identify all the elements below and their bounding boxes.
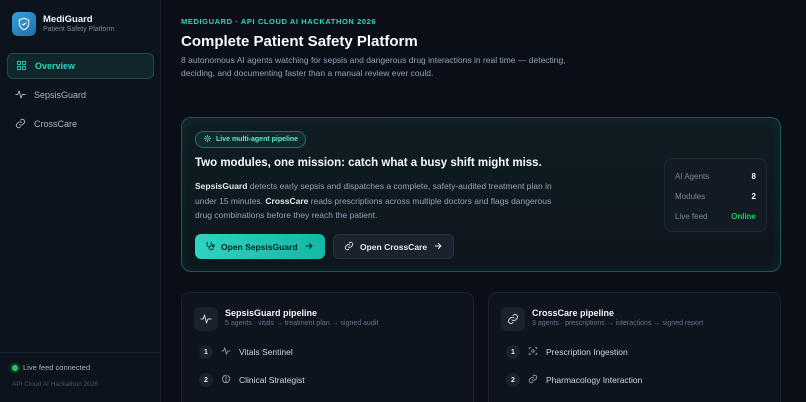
feed-status: Live feed connected — [12, 363, 149, 372]
grid-icon — [16, 60, 27, 73]
stat-value: Online — [731, 211, 756, 221]
step-label: Clinical Strategist — [239, 375, 305, 385]
open-sepsisguard-button[interactable]: Open SepsisGuard — [195, 234, 325, 259]
step-number: 2 — [506, 373, 520, 387]
stat-live-feed: Live feed Online — [675, 206, 756, 226]
pipeline-badge-label: Live multi-agent pipeline — [216, 136, 299, 143]
list-item: 2 Clinical Strategist — [199, 372, 305, 388]
link-icon — [15, 118, 26, 131]
pipeline-badge: Live multi-agent pipeline — [195, 131, 307, 148]
stat-ai-agents: AI Agents 8 — [675, 166, 756, 186]
open-crosscare-button[interactable]: Open CrossCare — [333, 234, 454, 259]
sidebar: MediGuard Patient Safety Platform Overvi… — [0, 0, 161, 402]
stat-value: 2 — [751, 191, 756, 201]
event-label: API Cloud AI Hackathon 2026 — [12, 381, 99, 388]
stat-label: AI Agents — [675, 171, 710, 181]
list-item: 1 Vitals Sentinel — [199, 344, 293, 360]
brand-subtitle: Patient Safety Platform — [43, 25, 115, 33]
pulse-icon — [15, 89, 26, 102]
brain-icon — [221, 374, 231, 386]
step-label: Prescription Ingestion — [546, 347, 628, 357]
sidebar-item-sepsisguard[interactable]: SepsisGuard — [7, 82, 154, 108]
stat-label: Live feed — [675, 211, 708, 221]
sidebar-item-overview[interactable]: Overview — [7, 53, 154, 79]
sidebar-item-crosscare[interactable]: CrossCare — [7, 111, 154, 137]
brand-title: MediGuard — [43, 13, 93, 25]
module-name-crosscare: CrossCare — [265, 195, 309, 206]
list-item: 2 Pharmacology Interaction — [506, 372, 642, 388]
stethoscope-icon — [205, 241, 215, 253]
sidebar-item-label: SepsisGuard — [34, 90, 87, 100]
step-number: 1 — [199, 345, 213, 359]
pulse-icon — [194, 307, 218, 331]
link-icon — [501, 307, 525, 331]
arrow-right-icon — [433, 241, 443, 253]
sidebar-item-label: CrossCare — [34, 119, 78, 129]
brand[interactable]: MediGuard Patient Safety Platform — [12, 12, 115, 36]
open-crosscare-label: Open CrossCare — [360, 241, 428, 252]
card-subtitle: 3 agents · prescriptions → interactions … — [532, 320, 704, 327]
hero-description: SepsisGuard detects early sepsis and dis… — [195, 179, 565, 223]
link-icon — [344, 241, 354, 253]
module-name-sepsisguard: SepsisGuard — [195, 181, 248, 191]
sidebar-footer: Live feed connected API Cloud AI Hackath… — [0, 352, 161, 388]
stat-modules: Modules 2 — [675, 186, 756, 206]
scan-icon — [528, 346, 538, 358]
crosscare-pipeline-card[interactable]: CrossCare pipeline 3 agents · prescripti… — [488, 292, 781, 402]
step-label: Pharmacology Interaction — [546, 375, 643, 385]
link-icon — [528, 374, 538, 386]
hero-title: Two modules, one mission: catch what a b… — [195, 157, 542, 169]
page-title: Complete Patient Safety Platform — [181, 33, 418, 50]
page-description: 8 autonomous AI agents watching for seps… — [181, 55, 566, 78]
list-item: 1 Prescription Ingestion — [506, 344, 628, 360]
card-title: CrossCare pipeline — [532, 308, 615, 318]
stats-panel: AI Agents 8 Modules 2 Live feed Online — [664, 158, 767, 232]
step-label: Vitals Sentinel — [239, 347, 293, 357]
sparkle-icon — [203, 134, 212, 145]
card-title: SepsisGuard pipeline — [225, 308, 318, 318]
sidebar-item-label: Overview — [35, 61, 76, 71]
card-subtitle: 5 agents · vitals → treatment plan → sig… — [225, 320, 379, 327]
status-dot-icon — [12, 364, 18, 371]
shield-icon — [12, 12, 36, 36]
pulse-icon — [221, 346, 231, 358]
stat-label: Modules — [675, 191, 706, 201]
sidebar-nav: Overview SepsisGuard CrossCare — [7, 53, 154, 140]
stat-value: 8 — [751, 171, 756, 181]
page-eyebrow: MEDIGUARD · API CLOUD AI HACKATHON 2026 — [181, 17, 377, 26]
hero-panel: Live multi-agent pipeline Two modules, o… — [181, 117, 781, 272]
arrow-right-icon — [304, 241, 314, 253]
step-number: 2 — [199, 373, 213, 387]
open-sepsisguard-label: Open SepsisGuard — [221, 241, 298, 252]
sepsisguard-pipeline-card[interactable]: SepsisGuard pipeline 5 agents · vitals →… — [181, 292, 474, 402]
feed-status-label: Live feed connected — [23, 363, 91, 372]
step-number: 1 — [506, 345, 520, 359]
